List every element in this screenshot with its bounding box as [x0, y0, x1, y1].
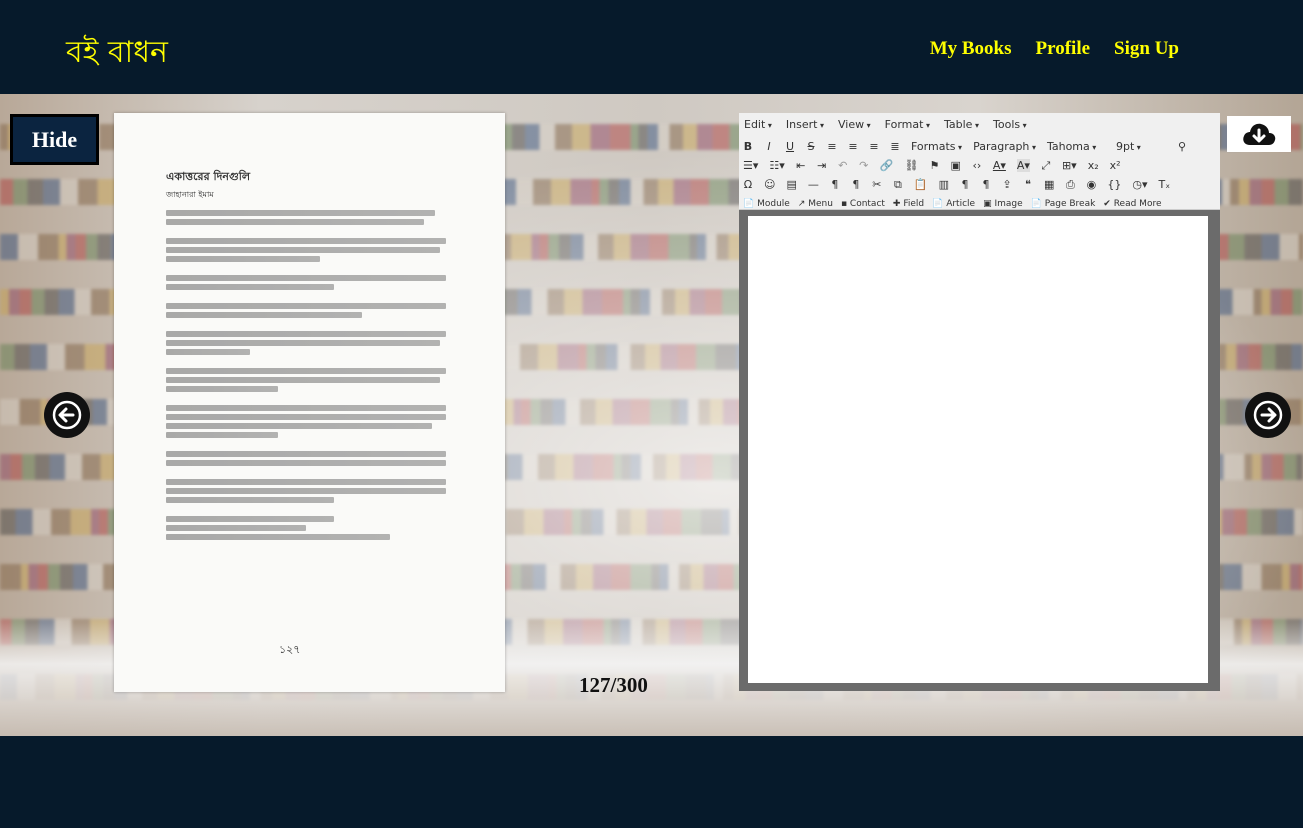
bullet-list-icon[interactable]: ☰▾ — [743, 159, 758, 172]
menu-table[interactable]: Table — [944, 118, 979, 131]
redo-icon[interactable]: ↷ — [859, 159, 869, 172]
emoticon-icon[interactable]: ☺ — [764, 178, 775, 191]
prev-page-button[interactable] — [44, 392, 90, 438]
module-button[interactable]: 📄 Module — [743, 199, 790, 209]
numbered-list-icon[interactable]: ☷▾ — [769, 159, 784, 172]
fullscreen-icon[interactable]: ⤢ — [1041, 159, 1051, 173]
ltr-icon[interactable]: ¶ — [830, 178, 840, 191]
nav-profile[interactable]: Profile — [1036, 38, 1091, 60]
menu-tools[interactable]: Tools — [993, 118, 1027, 131]
book-page-number: ১২৭ — [279, 643, 301, 656]
text-color-icon[interactable]: A▾ — [993, 159, 1006, 172]
link-icon[interactable]: 🔗 — [880, 159, 894, 172]
arrow-left-icon — [52, 400, 82, 430]
image-button[interactable]: ▣ Image — [983, 199, 1023, 209]
book-page-text: একাত্তরের দিনগুলি জাহানারা ইমাম — [166, 168, 446, 550]
italic-icon[interactable]: I — [764, 140, 774, 153]
paste-text-icon[interactable]: ▥ — [939, 178, 949, 191]
align-left-icon[interactable]: ≡ — [827, 140, 837, 153]
strikethrough-icon[interactable]: S — [806, 140, 816, 153]
menu-format[interactable]: Format — [885, 118, 930, 131]
top-navbar: বই বাধন My Books Profile Sign Up — [0, 0, 1303, 94]
copy-icon[interactable]: ⧉ — [893, 178, 903, 192]
indent-icon[interactable]: ⇥ — [817, 159, 827, 172]
code-icon[interactable]: ‹› — [972, 159, 982, 172]
nav-my-books[interactable]: My Books — [930, 38, 1012, 60]
binoculars-icon[interactable]: ⚲ — [1177, 140, 1187, 153]
page-text-lines — [166, 210, 446, 550]
blockquote-icon[interactable]: ❝ — [1023, 178, 1033, 191]
media-icon[interactable]: ▤ — [786, 178, 796, 191]
align-right-icon[interactable]: ≡ — [869, 140, 879, 153]
font-family-dropdown[interactable]: Tahoma — [1047, 140, 1105, 153]
horizontal-rule-icon[interactable]: — — [808, 178, 819, 191]
outdent-icon[interactable]: ⇤ — [796, 159, 806, 172]
page-counter: 127/300 — [579, 673, 648, 697]
subscript-icon[interactable]: x₂ — [1088, 159, 1099, 172]
site-logo[interactable]: বই বাধন — [66, 28, 168, 79]
print-icon[interactable]: ⎙ — [1065, 178, 1075, 192]
block-format-dropdown[interactable]: Paragraph — [973, 140, 1036, 153]
superscript-icon[interactable]: x² — [1110, 159, 1121, 172]
footer — [0, 736, 1303, 828]
editor-toolbar: B I U S ≡ ≡ ≡ ≣ Formats Paragraph Tahoma… — [739, 135, 1220, 210]
cloud-download-icon — [1243, 123, 1276, 145]
align-center-icon[interactable]: ≡ — [848, 140, 858, 153]
menu-insert[interactable]: Insert — [786, 118, 824, 131]
cut-icon[interactable]: ✂ — [872, 178, 882, 191]
editor-content-area[interactable] — [748, 216, 1208, 683]
bookmark-icon[interactable]: ⚑ — [929, 159, 940, 172]
background-color-icon[interactable]: A▾ — [1016, 159, 1030, 172]
align-justify-icon[interactable]: ≣ — [890, 140, 900, 153]
preview-icon[interactable]: ◉ — [1086, 178, 1097, 191]
font-size-dropdown[interactable]: 9pt — [1116, 140, 1166, 153]
table-icon[interactable]: ⊞▾ — [1062, 159, 1077, 172]
special-char-icon[interactable]: Ω — [743, 178, 753, 191]
book-title: একাত্তরের দিনগুলি — [166, 170, 251, 183]
article-button[interactable]: 📄 Article — [932, 199, 975, 209]
paste-icon[interactable]: 📋 — [914, 178, 928, 191]
menu-edit[interactable]: Edit — [744, 118, 772, 131]
next-page-button[interactable] — [1245, 392, 1291, 438]
insert-time-icon[interactable]: ◷▾ — [1132, 178, 1147, 191]
menu-button[interactable]: ↗ Menu — [798, 199, 833, 209]
image-icon[interactable]: ▣ — [950, 159, 960, 172]
field-button[interactable]: ✚ Field — [893, 199, 924, 209]
menu-view[interactable]: View — [838, 118, 871, 131]
template-icon[interactable]: ▦ — [1044, 178, 1054, 191]
editor-menubar: Edit Insert View Format Table Tools — [739, 113, 1220, 135]
book-page-image: একাত্তরের দিনগুলি জাহানারা ইমাম ১২৭ — [114, 113, 505, 692]
upload-icon[interactable]: ⇪ — [1002, 178, 1012, 191]
read-more-button[interactable]: ✔ Read More — [1103, 199, 1161, 209]
undo-icon[interactable]: ↶ — [838, 159, 848, 172]
source-code-icon[interactable]: {} — [1107, 178, 1121, 191]
underline-icon[interactable]: U — [785, 140, 795, 153]
rtl-icon[interactable]: ¶ — [851, 178, 861, 191]
bold-icon[interactable]: B — [743, 140, 753, 153]
hide-button[interactable]: Hide — [10, 114, 99, 165]
nav-links: My Books Profile Sign Up — [930, 38, 1179, 60]
rich-text-editor: Edit Insert View Format Table Tools B I … — [739, 113, 1220, 691]
contact-button[interactable]: ▪ Contact — [841, 199, 885, 209]
visual-chars-icon[interactable]: ¶ — [981, 178, 991, 191]
formats-dropdown[interactable]: Formats — [911, 140, 962, 153]
unlink-icon[interactable]: ⛓ — [904, 159, 918, 172]
clear-format-icon[interactable]: Tₓ — [1159, 178, 1171, 191]
download-button[interactable] — [1227, 116, 1291, 152]
page-break-button[interactable]: 📄 Page Break — [1031, 199, 1096, 209]
arrow-right-icon — [1253, 400, 1283, 430]
book-author: জাহানারা ইমাম — [166, 190, 214, 199]
show-blocks-icon[interactable]: ¶ — [960, 178, 970, 191]
nav-sign-up[interactable]: Sign Up — [1114, 38, 1179, 60]
